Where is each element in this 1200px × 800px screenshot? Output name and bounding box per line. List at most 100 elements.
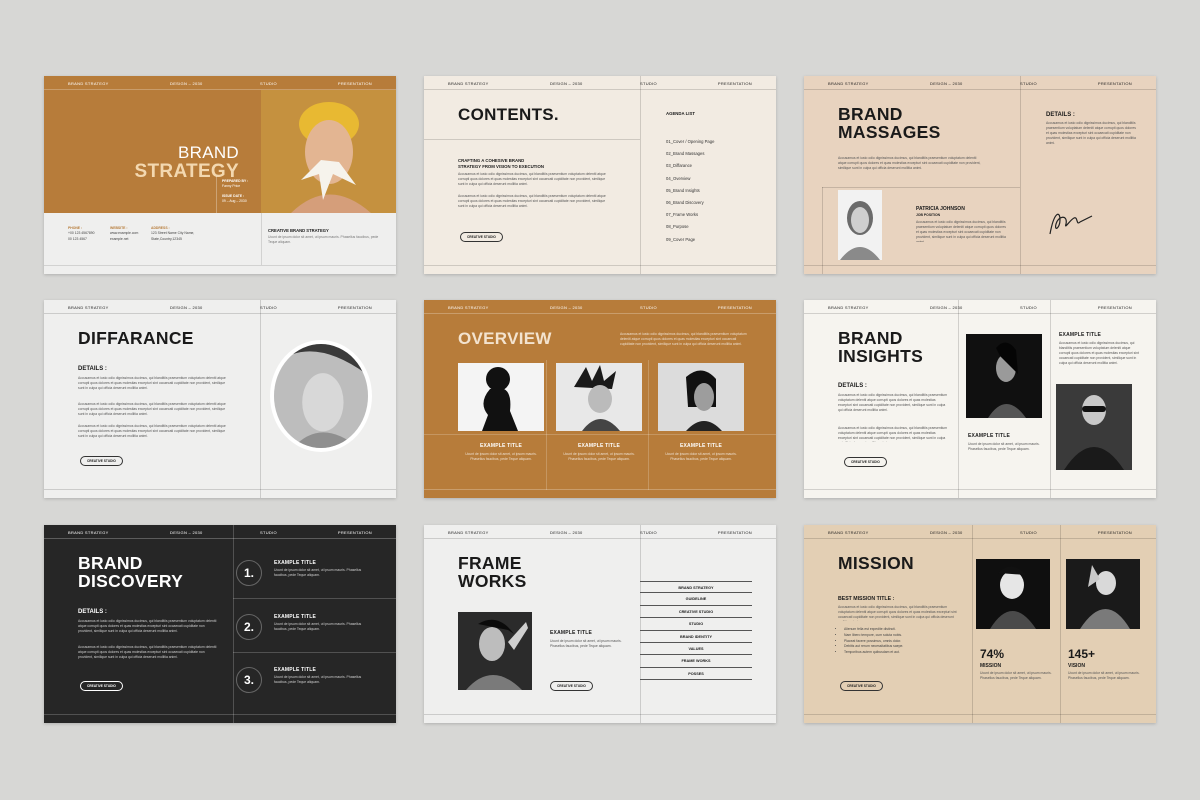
agenda-item[interactable]: 08_Purpose [666,221,714,233]
slide-footer [424,265,776,274]
page-title: BRAND INSIGHTS [838,329,923,366]
agenda-item[interactable]: 05_Brand Insights [666,185,714,197]
divider [424,434,776,435]
phone-2: 00 123 4567 [68,236,87,241]
website-2[interactable]: example.net [110,237,138,242]
slide-header: BRAND STRATEGY DESIGN – 2030 STUDIO PRES… [424,525,776,539]
header-design: DESIGN – 2030 [930,81,963,86]
issue-value: 09 – Aug – 2030 [222,199,247,204]
divider [1020,76,1021,274]
title-line-1: BRAND [177,143,239,162]
divider [261,213,262,265]
slide-brand-strategy[interactable]: BRAND STRATEGY DESIGN – 2030 STUDIO PRES… [44,76,396,274]
details-label: DETAILS : [78,366,107,372]
agenda-item[interactable]: 09_Cover Page [666,234,714,246]
mission-dance-image [976,559,1050,629]
divider [648,360,649,490]
example-title-1: EXAMPLE TITLE [968,433,1011,439]
body-text-3: Accusamus et iusto odio dignissimos duci… [78,424,226,439]
body-text-2: Accusamus et iusto odio dignissimos duci… [78,402,226,417]
framework-item[interactable]: GUIDELINE [640,593,752,606]
bullet-item: Temporibus autem quibusdam et aut. [844,650,964,656]
header-design: DESIGN – 2030 [170,530,203,535]
creative-studio-button[interactable]: CREATIVE STUDIO [840,681,883,691]
subtitle: CRAFTING A COHESIVE BRAND STRATEGY FROM … [458,158,544,169]
framework-item[interactable]: POSSES [640,668,752,681]
title-line-2: DISCOVERY [78,570,184,591]
title-line-2: MASSAGES [838,121,941,142]
step-text-1: Ucunt de ipsum dolor sit amet, ut ipsum … [274,568,362,578]
framework-item[interactable]: FRAME WORKS [640,655,752,668]
step-number-2: 2. [236,614,262,640]
divider [1050,300,1051,498]
slide-diffarance[interactable]: BRAND STRATEGY DESIGN – 2030 STUDIO PRES… [44,300,396,498]
page-background: { "header": {"brand": "BRAND STRATEGY", … [0,0,1200,800]
slide-footer [44,489,396,498]
creative-studio-button[interactable]: CREATIVE STUDIO [844,457,887,467]
framework-item[interactable]: VALUES [640,643,752,656]
prepared-value: Fanny Price [222,184,241,189]
slide-footer [804,265,1156,274]
header-brand: BRAND STRATEGY [68,81,109,86]
creative-studio-button[interactable]: CREATIVE STUDIO [80,681,123,691]
header-design: DESIGN – 2030 [550,530,583,535]
divider [233,652,396,653]
woman-sunglasses-image [1056,384,1132,470]
header-presentation: PRESENTATION [1097,530,1132,535]
framework-item[interactable]: BRAND IDENTITY [640,631,752,643]
card-title: EXAMPLE TITLE [577,443,621,449]
intro-text: Accusamus et iusto odio dignissimos duci… [620,332,747,347]
step-title-3: EXAMPLE TITLE [274,667,317,673]
agenda-item[interactable]: 01_Cover / Opening Page [666,136,714,148]
mission-text: Accusamus et iusto odio dignissimos duci… [838,605,957,621]
step-title-1: EXAMPLE TITLE [274,560,317,566]
example-text-1: Ucunt de ipsum dolor sit amet, ut ipsum … [968,442,1040,452]
agenda-item[interactable]: 07_Frame Works [666,209,714,221]
step-text-2: Ucunt de ipsum dolor sit amet, ut ipsum … [274,622,362,632]
slide-header: BRAND STRATEGY DESIGN – 2030 STUDIO PRES… [44,525,396,539]
framework-item[interactable]: BRAND STRATEGY [640,581,752,594]
card-title: EXAMPLE TITLE [679,443,723,449]
address-block: ADDRESS : 123 Street Name City Name, Sta… [151,226,194,242]
slide-mission[interactable]: BRAND STRATEGY DESIGN – 2030 STUDIO PRES… [804,525,1156,723]
person-bio: Accusamus et iusto odio dignissimos duci… [916,220,1006,242]
cbs-block: CREATIVE BRAND STRATEGY Ucunt de ipsum d… [268,228,386,246]
card-text: Ucunt de ipsum dolor sit amet, ut ipsum … [465,452,537,462]
page-title: CONTENTS. [458,105,559,124]
framework-item[interactable]: STUDIO [640,618,752,631]
slide-brand-discovery[interactable]: BRAND STRATEGY DESIGN – 2030 STUDIO PRES… [44,525,396,723]
slide-header: BRAND STRATEGY DESIGN – 2030 STUDIO PRES… [804,76,1156,90]
example-title-2: EXAMPLE TITLE [1059,332,1102,338]
example-text-2: Accusamus et iusto odio dignissimos duci… [1059,341,1139,366]
person-position: JOB POSITION [916,213,941,217]
framework-item[interactable]: CREATIVE STUDIO [640,606,752,619]
slide-overview[interactable]: BRAND STRATEGY DESIGN – 2030 STUDIO PRES… [424,300,776,498]
header-brand: BRAND STRATEGY [448,305,489,310]
signature-icon [1044,206,1096,240]
slide-footer [804,489,1156,498]
mission-stat: 74% [980,647,1005,661]
slide-contents[interactable]: BRAND STRATEGY DESIGN – 2030 STUDIO PRES… [424,76,776,274]
creative-studio-button[interactable]: CREATIVE STUDIO [550,681,593,691]
body-text: Accusamus et iusto odio dignissimos duci… [78,376,226,391]
creative-studio-button[interactable]: CREATIVE STUDIO [460,232,503,242]
cbs-text: Ucunt de ipsum dolor sit amet, ut ipsum … [268,235,379,245]
header-studio: STUDIO [640,305,657,310]
header-design: DESIGN – 2030 [170,305,203,310]
mission-stat-label: MISSION [980,663,1002,669]
header-presentation: PRESENTATION [337,81,372,86]
portrait-woman-lily-image [261,90,396,213]
agenda-item[interactable]: 06_Brand Discovery [666,197,714,209]
slide-header: BRAND STRATEGY DESIGN – 2030 STUDIO PRES… [804,300,1156,314]
slide-footer [804,714,1156,723]
mission-subtitle: BEST MISSION TITLE : [838,596,895,602]
agenda-item[interactable]: 02_Brand Massages [666,148,714,160]
creative-studio-button[interactable]: CREATIVE STUDIO [80,456,123,466]
slide-brand-insights[interactable]: BRAND STRATEGY DESIGN – 2030 STUDIO PRES… [804,300,1156,498]
slide-frame-works[interactable]: BRAND STRATEGY DESIGN – 2030 STUDIO PRES… [424,525,776,723]
body-text: Accusamus et iusto odio dignissimos duci… [78,619,217,634]
profile-dark-image [966,334,1042,418]
agenda-item[interactable]: 03_Diffarance [666,160,714,172]
agenda-item[interactable]: 04_Overview [666,173,714,185]
slide-brand-massages[interactable]: BRAND STRATEGY DESIGN – 2030 STUDIO PRES… [804,76,1156,274]
